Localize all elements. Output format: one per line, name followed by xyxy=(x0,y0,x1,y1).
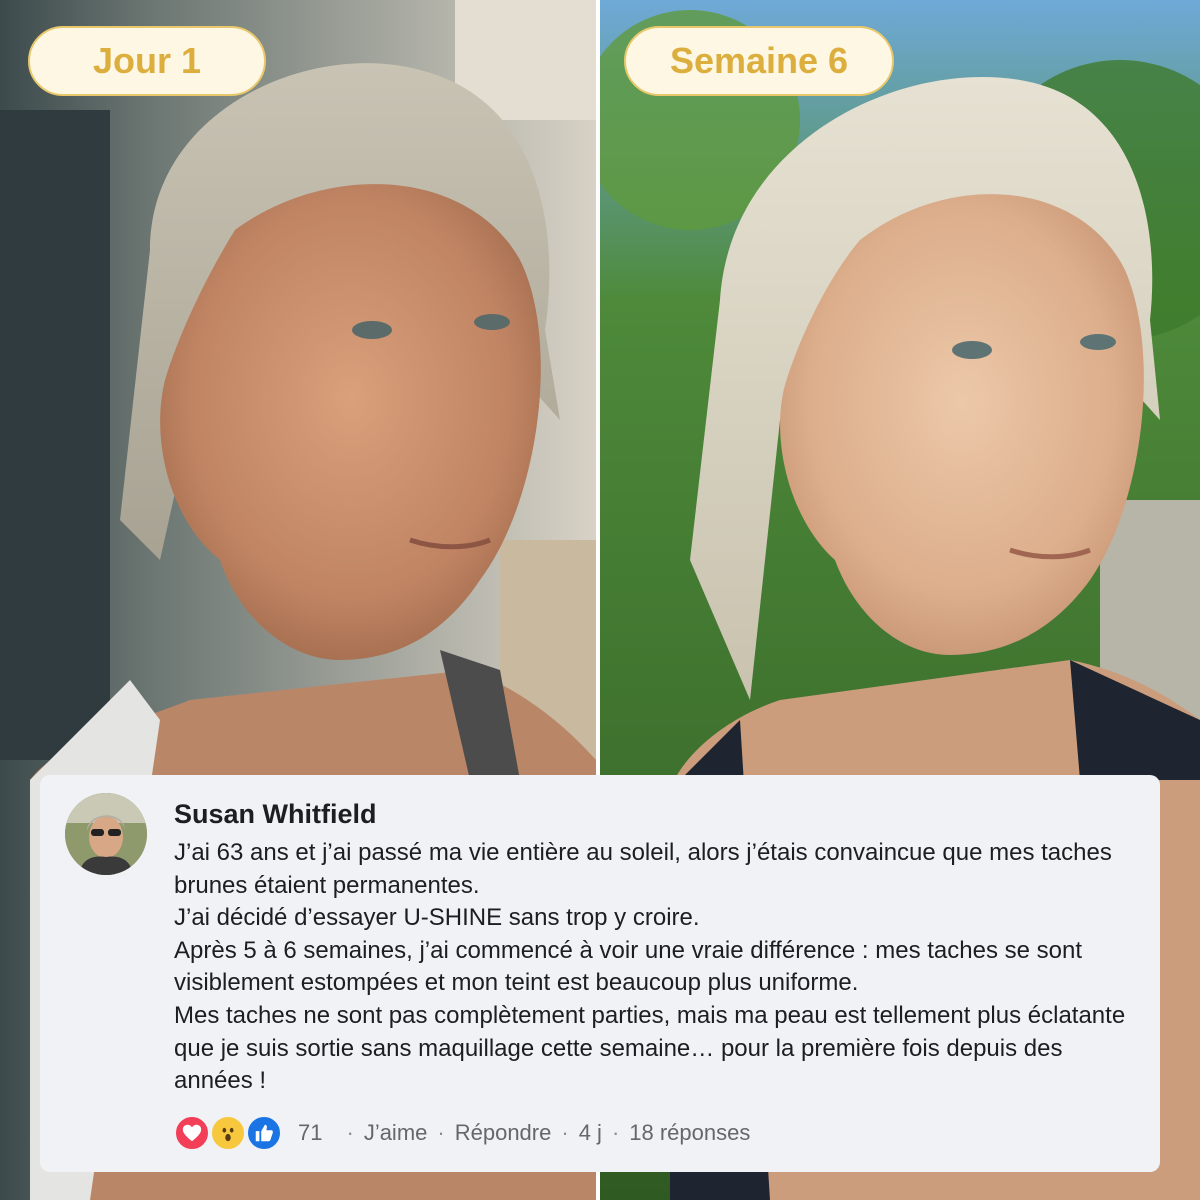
separator: · xyxy=(611,1120,620,1145)
like-button[interactable]: J’aime xyxy=(364,1120,428,1146)
comment-time[interactable]: 4 j xyxy=(579,1120,602,1146)
reply-button[interactable]: Répondre xyxy=(455,1120,552,1146)
separator: · xyxy=(561,1120,569,1145)
comment-author[interactable]: Susan Whitfield xyxy=(174,799,377,830)
separator: · xyxy=(346,1120,354,1145)
replies-link[interactable]: 18 réponses xyxy=(629,1120,750,1146)
comment-line: J’ai 63 ans et j’ai passé ma vie entière… xyxy=(174,839,1112,899)
comment-text: J’ai 63 ans et j’ai passé ma vie entière… xyxy=(174,837,1134,1098)
comment-line: J’ai décidé d’essayer U-SHINE sans trop … xyxy=(174,904,700,932)
wow-icon xyxy=(210,1115,246,1151)
avatar[interactable] xyxy=(65,793,147,875)
heart-icon xyxy=(174,1115,210,1151)
separator: · xyxy=(437,1120,445,1145)
like-icon xyxy=(246,1115,282,1151)
comment-line: Après 5 à 6 semaines, j’ai commencé à vo… xyxy=(174,936,1083,997)
comment-card: Susan Whitfield J’ai 63 ans et j’ai pass… xyxy=(40,775,1160,1172)
week-6-label: Semaine 6 xyxy=(624,26,894,96)
comment-line: Mes taches ne sont pas complètement part… xyxy=(174,1001,1126,1095)
day-1-label: Jour 1 xyxy=(28,26,266,96)
reactions-summary[interactable] xyxy=(174,1115,292,1151)
comment-footer: 71 · J’aime · Répondre · 4 j · 18 répons… xyxy=(174,1115,750,1151)
reaction-count: 71 xyxy=(298,1120,323,1145)
